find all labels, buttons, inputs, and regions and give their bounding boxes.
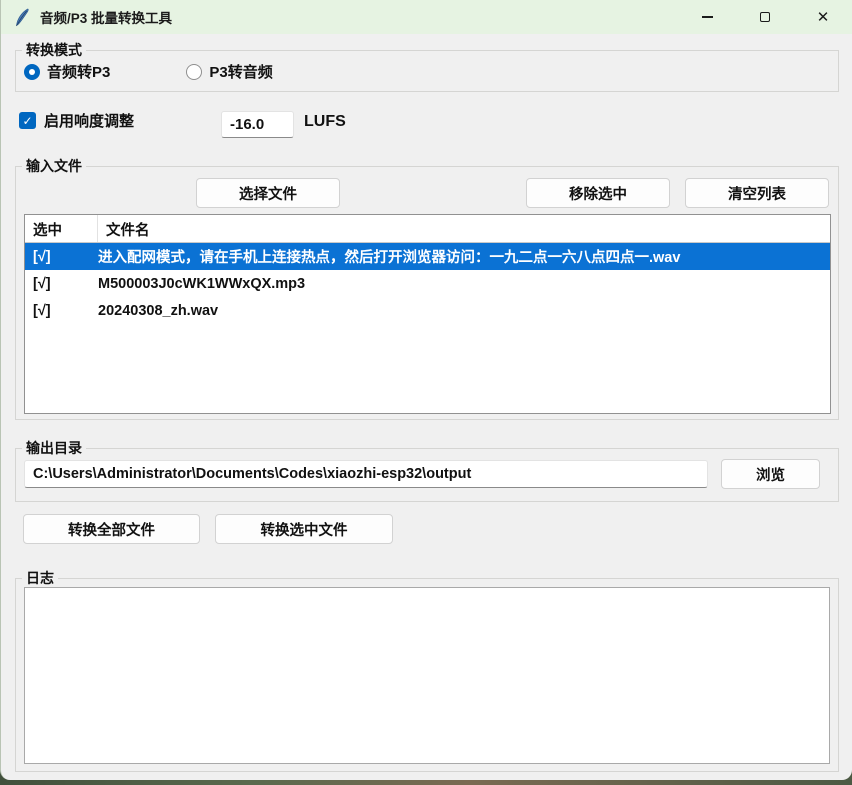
row-filename-cell: 进入配网模式，请在手机上连接热点，然后打开浏览器访问：一九二点一六八点四点一.w… [98, 246, 830, 267]
header-filename-column[interactable]: 文件名 [98, 215, 830, 242]
table-row[interactable]: [√] 进入配网模式，请在手机上连接热点，然后打开浏览器访问：一九二点一六八点四… [25, 243, 830, 270]
table-row[interactable]: [√] M500003J0cWK1WWxQX.mp3 [25, 270, 830, 297]
radio-unselected-icon [186, 64, 202, 80]
lufs-value-input[interactable] [221, 111, 294, 138]
minimize-icon [702, 16, 713, 18]
close-button[interactable]: ✕ [794, 0, 852, 34]
minimize-button[interactable] [678, 0, 736, 34]
row-check-cell: [√] [25, 303, 98, 319]
output-path-input[interactable] [24, 460, 708, 488]
maximize-icon [760, 12, 770, 22]
table-header-row: 选中 文件名 [25, 215, 830, 243]
select-files-button[interactable]: 选择文件 [196, 178, 340, 208]
maximize-button[interactable] [736, 0, 794, 34]
input-files-label: 输入文件 [22, 157, 86, 176]
table-row[interactable]: [√] 20240308_zh.wav [25, 297, 830, 324]
radio-audio-to-p3[interactable]: 音频转P3 [24, 61, 110, 82]
row-check-cell: [√] [25, 249, 98, 265]
lufs-unit-label: LUFS [304, 113, 346, 131]
conversion-mode-group: 转换模式 音频转P3 P3转音频 [15, 50, 839, 92]
file-list-table: 选中 文件名 [√] 进入配网模式，请在手机上连接热点，然后打开浏览器访问：一九… [24, 214, 831, 414]
tk-feather-icon [14, 8, 31, 27]
titlebar: 音频/P3 批量转换工具 ✕ [1, 0, 852, 34]
conversion-mode-label: 转换模式 [22, 41, 86, 60]
header-checked-column[interactable]: 选中 [25, 215, 98, 242]
radio-p3-to-audio-label: P3转音频 [209, 61, 272, 82]
radio-audio-to-p3-label: 音频转P3 [47, 61, 110, 82]
log-textarea[interactable] [24, 587, 830, 764]
radio-p3-to-audio[interactable]: P3转音频 [186, 61, 272, 82]
row-check-cell: [√] [25, 276, 98, 292]
output-directory-group: 输出目录 浏览 [15, 448, 839, 502]
log-label: 日志 [22, 569, 58, 588]
input-files-group: 输入文件 选择文件 移除选中 清空列表 选中 文件名 [√] 进入配网模式，请在… [15, 166, 839, 420]
convert-all-button[interactable]: 转换全部文件 [23, 514, 200, 544]
checkbox-checked-icon: ✓ [19, 112, 36, 129]
output-directory-label: 输出目录 [22, 439, 86, 458]
app-window: 音频/P3 批量转换工具 ✕ 转换模式 音频转P3 P3转音频 ✓ 启用响度调整… [0, 0, 852, 780]
loudness-checkbox[interactable]: ✓ 启用响度调整 [19, 110, 134, 131]
row-filename-cell: M500003J0cWK1WWxQX.mp3 [98, 276, 830, 292]
clear-list-button[interactable]: 清空列表 [685, 178, 829, 208]
remove-selected-button[interactable]: 移除选中 [526, 178, 670, 208]
log-group: 日志 [15, 578, 839, 772]
row-filename-cell: 20240308_zh.wav [98, 303, 830, 319]
browse-button[interactable]: 浏览 [721, 459, 820, 489]
close-icon: ✕ [817, 10, 830, 25]
radio-selected-icon [24, 64, 40, 80]
window-title: 音频/P3 批量转换工具 [40, 7, 172, 27]
convert-selected-button[interactable]: 转换选中文件 [215, 514, 393, 544]
loudness-checkbox-label: 启用响度调整 [44, 110, 134, 131]
